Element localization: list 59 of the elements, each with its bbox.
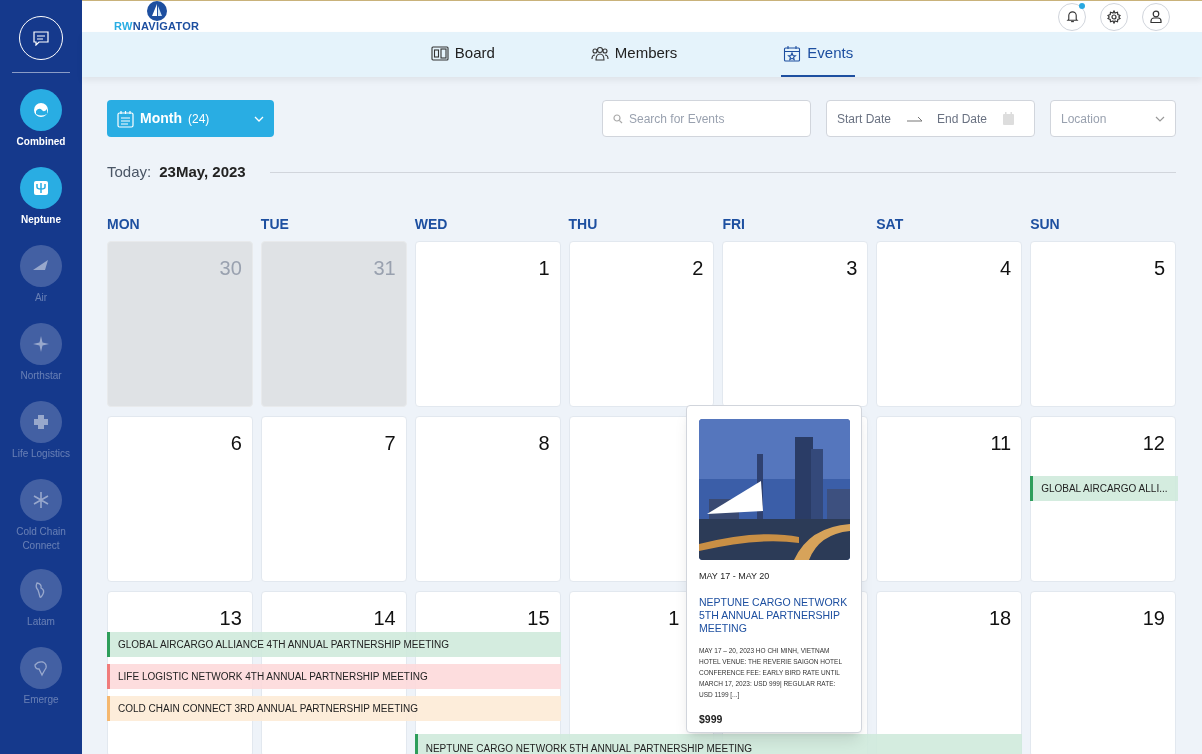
start-date-field[interactable]: Start Date bbox=[837, 109, 907, 128]
event-bar[interactable]: NEPTUNE CARGO NETWORK 5TH ANNUAL PARTNERSHIP MEETING bbox=[414, 733, 1023, 754]
logo-text: RWNAVIGATOR bbox=[114, 21, 200, 32]
day-number: 19 bbox=[1142, 607, 1165, 628]
weekday-label: SUN bbox=[1030, 214, 1061, 234]
day-number: 30 bbox=[219, 257, 242, 278]
search-field[interactable]: Search for Events bbox=[629, 109, 800, 128]
tab[interactable]: Events bbox=[781, 32, 856, 77]
weekday-label: TUE bbox=[260, 214, 290, 234]
event-bar[interactable]: GLOBAL AIRCARGO ALLIANCE 4TH ANNUAL PARTNERSHIP MEETING bbox=[107, 631, 561, 657]
settings-icon bbox=[1107, 9, 1121, 24]
today-date: 23May, 2023 bbox=[159, 162, 246, 182]
day-number: 7 bbox=[384, 432, 396, 453]
location-dropdown[interactable]: Location bbox=[1050, 100, 1176, 137]
calendar-icon bbox=[1003, 112, 1014, 125]
calendar-icon bbox=[783, 45, 802, 62]
weekday-label: THU bbox=[568, 214, 599, 234]
day-number: 18 bbox=[988, 607, 1012, 628]
weekday-label: MON bbox=[107, 214, 141, 234]
calendar-list-icon bbox=[117, 109, 134, 128]
day-number: 6 bbox=[230, 432, 242, 453]
day-number: 4 bbox=[1000, 257, 1012, 278]
tab[interactable]: Members bbox=[588, 32, 680, 77]
event-bar[interactable]: GLOBAL AIRCARGO ALLI... bbox=[1030, 475, 1178, 501]
weekday-label: WED bbox=[414, 214, 449, 234]
event-bar[interactable]: COLD CHAIN CONNECT 3RD ANNUAL PARTNERSHIP MEETING bbox=[107, 695, 561, 721]
day-number: 1 bbox=[668, 607, 680, 628]
day-number: 8 bbox=[538, 432, 550, 453]
search-box[interactable]: Search for Events bbox=[602, 100, 811, 137]
event-bar[interactable]: LIFE LOGISTIC NETWORK 4TH ANNUAL PARTNERSHIP MEETING bbox=[107, 663, 561, 689]
user-icon bbox=[1150, 10, 1162, 23]
chat-icon bbox=[33, 30, 49, 46]
end-date-field[interactable]: End Date bbox=[937, 109, 1003, 128]
event-title: NEPTUNE CARGO NETWORK 5TH ANNUAL PARTNERSHIP MEETING bbox=[699, 596, 849, 635]
chevron-down-icon bbox=[1155, 115, 1165, 122]
day-number: 14 bbox=[373, 607, 396, 628]
event-dates: MAY 17 - MAY 20 bbox=[699, 569, 771, 583]
board-icon bbox=[430, 45, 449, 62]
weekday-label: SAT bbox=[876, 214, 905, 234]
day-number: 12 bbox=[1142, 432, 1165, 453]
day-number: 15 bbox=[527, 607, 550, 628]
sidebar-item[interactable]: Combined bbox=[3, 89, 79, 167]
day-number: 2 bbox=[692, 257, 704, 278]
day-number: 3 bbox=[846, 257, 858, 278]
day-number: 13 bbox=[219, 607, 242, 628]
search-icon bbox=[613, 113, 623, 124]
sidebar-item[interactable]: Neptune bbox=[3, 167, 79, 245]
day-number: 1 bbox=[538, 257, 550, 278]
bell-icon bbox=[1065, 10, 1079, 23]
weekday-label: FRI bbox=[722, 214, 746, 234]
tab[interactable]: Board bbox=[428, 32, 497, 77]
event-price: $999 bbox=[699, 712, 724, 727]
day-number: 5 bbox=[1153, 257, 1165, 278]
location-field[interactable]: Location bbox=[1061, 109, 1155, 128]
today-label: Today: bbox=[107, 162, 152, 182]
day-number: 11 bbox=[990, 432, 1012, 453]
members-icon bbox=[590, 45, 609, 62]
day-number: 31 bbox=[373, 257, 396, 278]
chevron-down-icon bbox=[254, 115, 264, 122]
